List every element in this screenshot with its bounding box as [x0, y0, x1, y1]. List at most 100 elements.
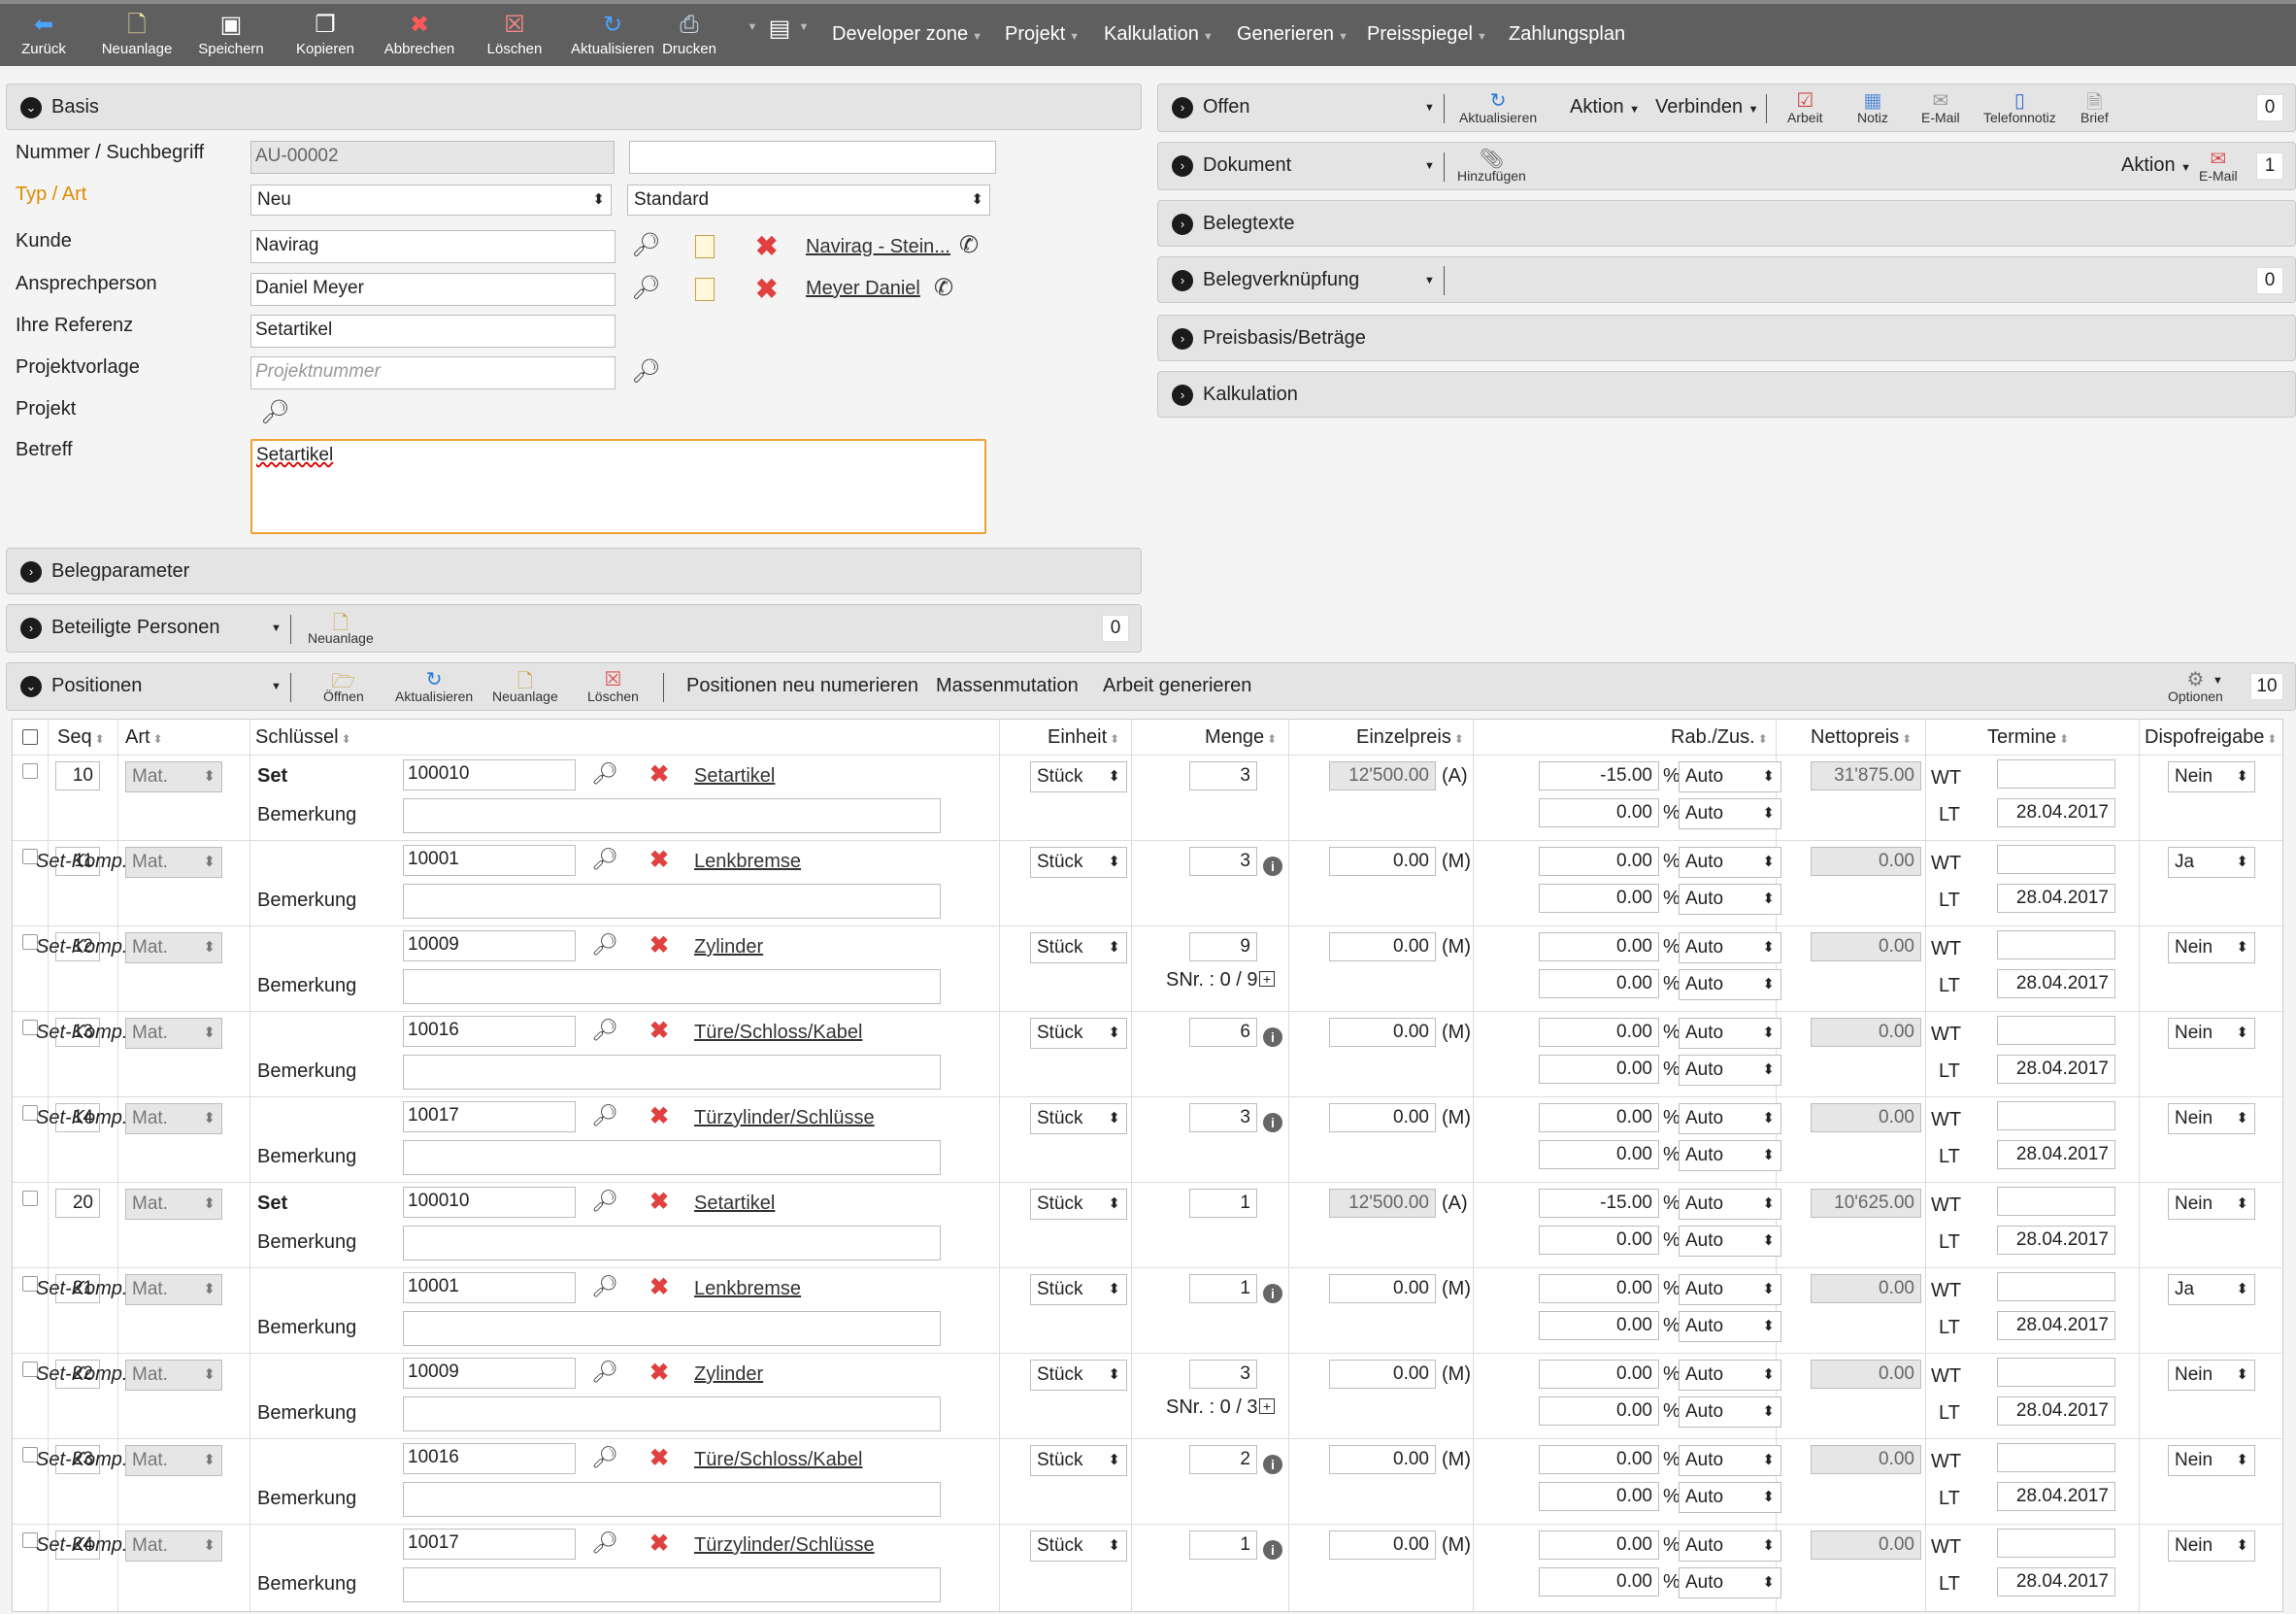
- liefertermin-field[interactable]: 28.04.2017: [1997, 1226, 2115, 1255]
- seq-field[interactable]: 10: [55, 761, 100, 790]
- rabatt-2-mode-select[interactable]: Auto: [1679, 1396, 1781, 1428]
- rabatt-2-mode-select[interactable]: Auto: [1679, 1140, 1781, 1171]
- search-icon[interactable]: 🔎︎: [591, 847, 618, 872]
- expand-plus-icon[interactable]: +: [1259, 1398, 1275, 1414]
- rabatt-1-field[interactable]: 0.00: [1539, 1445, 1659, 1474]
- rabatt-1-field[interactable]: 0.00: [1539, 1018, 1659, 1047]
- rabatt-2-mode-select[interactable]: Auto: [1679, 1226, 1781, 1257]
- einheit-select[interactable]: Stück: [1030, 1360, 1127, 1391]
- delete-icon[interactable]: ✖: [649, 761, 669, 789]
- rabatt-1-mode-select[interactable]: Auto: [1679, 1103, 1781, 1134]
- chevron-down-icon[interactable]: ▼: [271, 681, 282, 692]
- rabatt-1-mode-select[interactable]: Auto: [1679, 1445, 1781, 1476]
- rabatt-1-field[interactable]: 0.00: [1539, 847, 1659, 876]
- bemerkung-textarea[interactable]: [403, 1396, 941, 1431]
- nummer-field[interactable]: AU-00002: [250, 141, 615, 174]
- search-icon[interactable]: 🔎︎: [591, 1103, 618, 1128]
- search-icon[interactable]: 🔎︎: [591, 1530, 618, 1556]
- email-button[interactable]: ✉ E-Mail: [1921, 88, 1960, 125]
- art-select[interactable]: Mat.: [125, 1103, 222, 1134]
- info-icon[interactable]: i: [1263, 1540, 1282, 1560]
- dispofreigabe-select[interactable]: Nein: [2168, 932, 2255, 963]
- menge-field[interactable]: 3: [1189, 847, 1257, 876]
- positionen-delete-button[interactable]: ☒ Löschen: [587, 667, 639, 704]
- art-select[interactable]: Mat.: [125, 1360, 222, 1391]
- brief-button[interactable]: 🗎 Brief: [2080, 88, 2109, 125]
- search-icon[interactable]: 🔎︎: [591, 761, 618, 787]
- chevron-down-icon[interactable]: ▼: [1424, 275, 1435, 286]
- art-select[interactable]: Mat.: [125, 1018, 222, 1049]
- search-icon[interactable]: 🔎︎: [631, 357, 660, 386]
- article-link[interactable]: Zylinder: [694, 936, 763, 958]
- rabatt-2-field[interactable]: 0.00: [1539, 969, 1659, 998]
- positionen-panel-header[interactable]: ⌄ Positionen ▼ 🗁 Öffnen ↻ Aktualisieren 🗋 N…: [6, 662, 2296, 711]
- cancel-button[interactable]: ✖ Abbrechen: [381, 14, 458, 58]
- wunschtermin-field[interactable]: [1997, 1016, 2115, 1045]
- dokument-aktion-menu[interactable]: Aktion ▼: [2121, 154, 2191, 177]
- seq-field[interactable]: 20: [55, 1189, 100, 1218]
- rabatt-1-field[interactable]: 0.00: [1539, 1274, 1659, 1303]
- massenmutation-button[interactable]: Massenmutation: [936, 675, 1079, 697]
- rabatt-1-field[interactable]: 0.00: [1539, 1103, 1659, 1132]
- col-schluessel[interactable]: Schlüssel ⬍: [255, 720, 351, 755]
- liefertermin-field[interactable]: 28.04.2017: [1997, 1311, 2115, 1340]
- ansprechperson-field[interactable]: Daniel Meyer: [250, 273, 616, 306]
- menu-preisspiegel[interactable]: Preisspiegel ▼: [1367, 23, 1487, 46]
- rabatt-2-field[interactable]: 0.00: [1539, 1396, 1659, 1426]
- liefertermin-field[interactable]: 28.04.2017: [1997, 1055, 2115, 1084]
- rabatt-2-mode-select[interactable]: Auto: [1679, 1567, 1781, 1598]
- rabatt-1-mode-select[interactable]: Auto: [1679, 1360, 1781, 1391]
- rabatt-1-field[interactable]: 0.00: [1539, 932, 1659, 961]
- row-checkbox[interactable]: [22, 1191, 38, 1206]
- menu-kalkulation[interactable]: Kalkulation ▼: [1104, 23, 1214, 46]
- positionen-new-button[interactable]: 🗋 Neuanlage: [492, 667, 558, 704]
- einheit-select[interactable]: Stück: [1030, 1445, 1127, 1476]
- wunschtermin-field[interactable]: [1997, 930, 2115, 959]
- art-select[interactable]: Mat.: [125, 1530, 222, 1562]
- arbeit-button[interactable]: ☑ Arbeit: [1787, 88, 1823, 125]
- bemerkung-textarea[interactable]: [403, 1567, 941, 1602]
- dispofreigabe-select[interactable]: Nein: [2168, 1360, 2255, 1391]
- print-dropdown-icon[interactable]: ▼: [738, 21, 767, 33]
- menge-field[interactable]: 3: [1189, 1103, 1257, 1132]
- einheit-select[interactable]: Stück: [1030, 1103, 1127, 1134]
- einheit-select[interactable]: Stück: [1030, 847, 1127, 878]
- expand-plus-icon[interactable]: +: [1259, 971, 1275, 987]
- col-art[interactable]: Art ⬍: [125, 720, 163, 755]
- rabatt-2-field[interactable]: 0.00: [1539, 1311, 1659, 1340]
- wunschtermin-field[interactable]: [1997, 845, 2115, 874]
- art-select[interactable]: Mat.: [125, 761, 222, 792]
- positionen-open-button[interactable]: 🗁 Öffnen: [323, 667, 364, 704]
- schluessel-field[interactable]: 100010: [403, 1187, 576, 1218]
- wunschtermin-field[interactable]: [1997, 1529, 2115, 1558]
- dispofreigabe-select[interactable]: Nein: [2168, 1530, 2255, 1562]
- article-link[interactable]: Türe/Schloss/Kabel: [694, 1022, 862, 1044]
- menge-field[interactable]: 1: [1189, 1530, 1257, 1560]
- article-link[interactable]: Zylinder: [694, 1363, 763, 1386]
- schluessel-field[interactable]: 10001: [403, 845, 576, 876]
- wunschtermin-field[interactable]: [1997, 1443, 2115, 1472]
- save-button[interactable]: ▣ Speichern: [192, 14, 270, 58]
- rabatt-1-field[interactable]: -15.00: [1539, 1189, 1659, 1218]
- article-link[interactable]: Türe/Schloss/Kabel: [694, 1449, 862, 1471]
- col-seq[interactable]: Seq ⬍: [57, 720, 105, 755]
- dispofreigabe-select[interactable]: Ja: [2168, 1274, 2255, 1305]
- chevron-down-icon[interactable]: ▼: [1424, 102, 1435, 114]
- dispofreigabe-select[interactable]: Ja: [2168, 847, 2255, 878]
- liefertermin-field[interactable]: 28.04.2017: [1997, 969, 2115, 998]
- col-menge[interactable]: Menge ⬍: [1205, 720, 1277, 755]
- search-icon[interactable]: 🔎︎: [631, 231, 660, 259]
- rabatt-2-mode-select[interactable]: Auto: [1679, 969, 1781, 1000]
- menu-zahlungsplan[interactable]: Zahlungsplan: [1509, 23, 1625, 46]
- rabatt-1-field[interactable]: 0.00: [1539, 1360, 1659, 1389]
- refresh-button[interactable]: ↻ Aktualisieren: [571, 14, 654, 58]
- projekt-search-icon[interactable]: 🔎︎: [260, 398, 289, 426]
- menge-field[interactable]: 6: [1189, 1018, 1257, 1047]
- delete-icon[interactable]: ✖: [649, 932, 669, 959]
- info-icon[interactable]: i: [1263, 857, 1282, 876]
- dispofreigabe-select[interactable]: Nein: [2168, 1103, 2255, 1134]
- basis-panel-header[interactable]: ⌄ Basis: [6, 84, 1142, 130]
- delete-icon[interactable]: ✖: [649, 1018, 669, 1045]
- wunschtermin-field[interactable]: [1997, 1272, 2115, 1301]
- schluessel-field[interactable]: 100010: [403, 759, 576, 790]
